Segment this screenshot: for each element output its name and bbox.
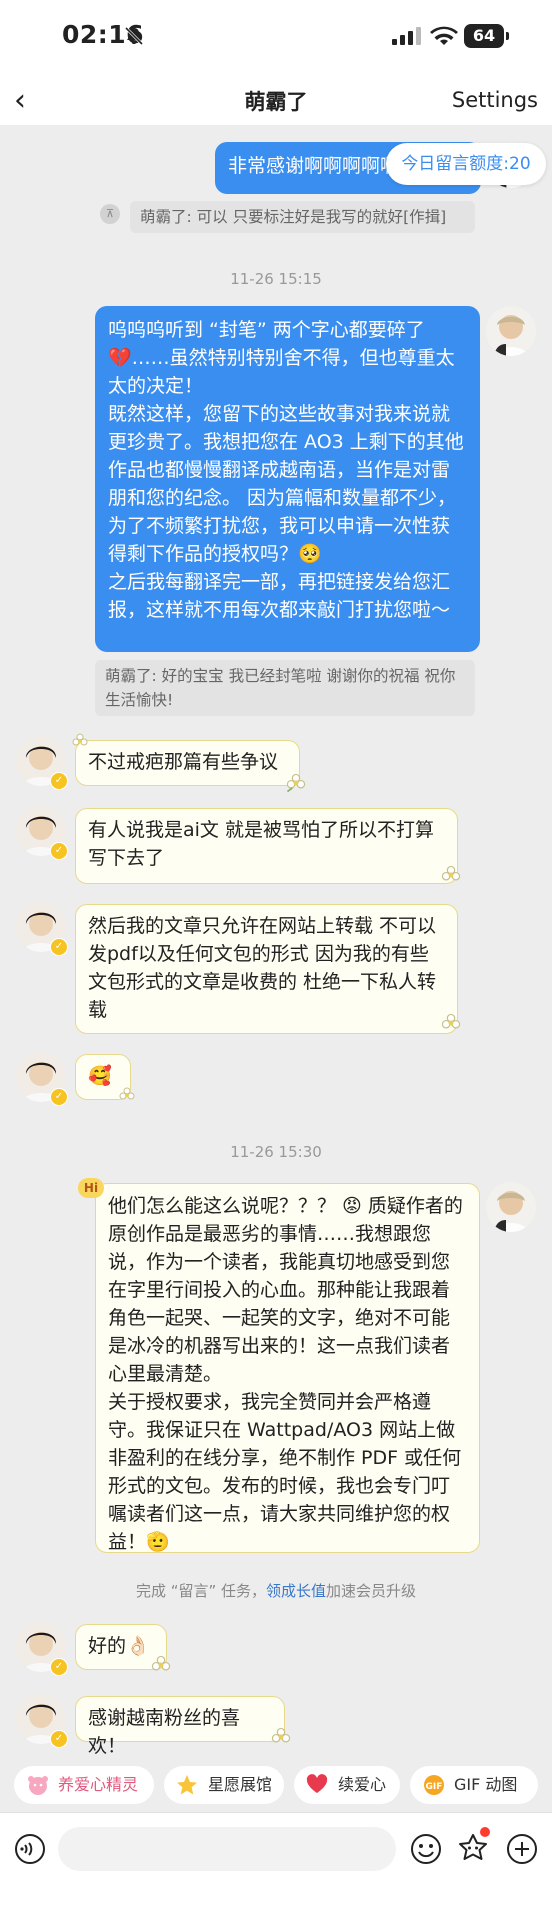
chip-gif[interactable]: GIF GIF 动图 [410,1766,538,1804]
flower-decoration-icon [119,1087,135,1100]
signal-icon [392,27,421,45]
input-bar [0,1812,552,1921]
hi-badge: Hi [78,1178,104,1198]
avatar[interactable] [486,306,536,356]
verified-icon: ✓ [50,1088,68,1106]
voice-icon[interactable] [14,1833,46,1865]
star-icon [177,1775,197,1795]
verified-icon: ✓ [50,772,68,790]
sprite-face-icon[interactable] [456,1833,490,1865]
verified-icon: ✓ [50,1658,68,1676]
flower-decoration-icon [441,1013,461,1029]
incoming-message: 有人说我是ai文 就是被骂怕了所以不打算写下去了 [75,808,458,884]
add-icon[interactable] [506,1833,538,1865]
outgoing-message: 呜呜呜听到 “封笔” 两个字心都要碎了💔……虽然特别特别舍不得，但也尊重太太的决… [95,306,480,652]
message-input[interactable] [58,1827,396,1871]
task-hint-suffix: 加速会员升级 [326,1582,417,1600]
incoming-message: 然后我的文章只允许在网站上转载 不可以发pdf以及任何文包的形式 因为我的有些文… [75,904,458,1034]
chip-love-sprite[interactable]: 养爱心精灵 [14,1766,154,1804]
notification-dot [480,1827,490,1837]
timestamp: 11-26 15:30 [230,1143,322,1161]
task-hint: 完成 “留言” 任务，领成长值加速会员升级 [0,1580,552,1601]
daily-message-quota: 今日留言额度:20 [386,143,546,185]
chip-label: 养爱心精灵 [58,1775,139,1794]
verified-icon: ✓ [50,1730,68,1748]
chip-star-gallery[interactable]: 星愿展馆 [164,1766,284,1804]
chip-label: 星愿展馆 [208,1775,273,1794]
incoming-message: 不过戒疤那篇有些争议 [75,740,300,786]
verified-icon: ✓ [50,842,68,860]
verified-icon: ✓ [50,938,68,956]
timestamp: 11-26 15:15 [230,270,322,288]
battery-indicator: 64 [464,24,504,48]
chip-label: 续爱心 [338,1775,387,1794]
gif-icon: GIF [424,1775,444,1795]
sprite-icon [28,1776,48,1795]
outgoing-message: 他们怎么能这么说呢？？？ 😡 质疑作者的原创作品是最恶劣的事情……我想跟您说，作… [95,1183,480,1553]
chip-label: GIF 动图 [454,1775,518,1794]
task-hint-text: 完成 “留言” 任务， [135,1582,267,1600]
quoted-reply: 萌霸了: 可以 只要标注好是我写的就好[作揖] [130,201,475,233]
chip-renew-love[interactable]: 续爱心 [294,1766,400,1804]
quoted-reply: 萌霸了: 好的宝宝 我已经封笔啦 谢谢你的祝福 祝你生活愉快! [95,660,475,716]
flower-decoration-icon [151,1655,171,1671]
settings-button[interactable]: Settings [452,88,538,112]
emoji-icon[interactable] [410,1833,442,1865]
flower-decoration-icon [72,733,88,746]
svg-text:GIF: GIF [426,1782,443,1792]
avatar[interactable] [486,1182,536,1232]
status-bar: 02:16 64 [0,0,552,78]
flower-decoration-icon [441,865,461,881]
growth-link[interactable]: 领成长值 [266,1582,326,1600]
bell-slash-icon [124,26,144,46]
flower-decoration-icon [286,773,306,793]
battery-tip [506,32,509,40]
incoming-message: 感谢越南粉丝的喜欢！ [75,1696,285,1757]
flower-decoration-icon [271,1727,291,1743]
wifi-icon [430,26,458,45]
heart-icon [306,1774,328,1793]
quote-icon: ⊼ [100,204,120,224]
nav-bar: ‹ 萌霸了 Settings [0,78,552,125]
